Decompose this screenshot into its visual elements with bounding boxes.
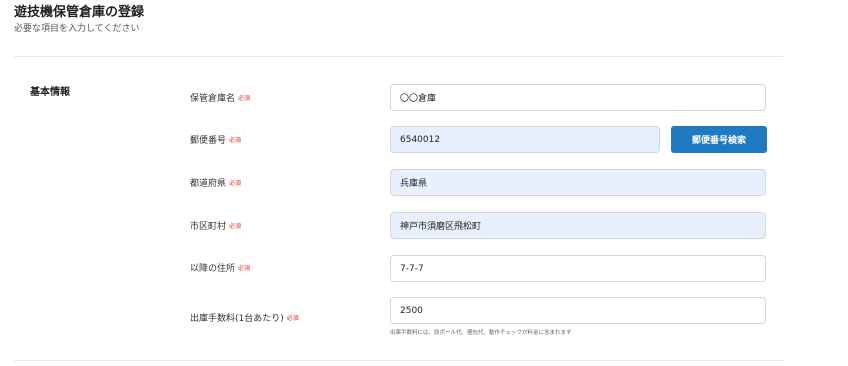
shipping-fee-input[interactable] bbox=[390, 297, 766, 324]
postal-code-label-text: 郵便番号 bbox=[190, 136, 227, 146]
shipping-fee-label-text: 出庫手数料(1台あたり) bbox=[190, 314, 284, 324]
prefecture-label: 都道府県 必須 bbox=[190, 178, 241, 190]
postal-code-search-button[interactable]: 郵便番号検索 bbox=[671, 126, 767, 153]
address-rest-label-text: 以降の住所 bbox=[190, 264, 236, 274]
page-subtitle: 必要な項目を入力してください bbox=[14, 24, 140, 34]
required-badge: 必須 bbox=[229, 223, 242, 230]
prefecture-label-text: 都道府県 bbox=[190, 179, 227, 189]
required-badge: 必須 bbox=[229, 180, 242, 187]
prefecture-input[interactable] bbox=[390, 169, 766, 196]
page-title: 遊技機保管倉庫の登録 bbox=[14, 5, 145, 20]
required-badge: 必須 bbox=[229, 137, 242, 144]
shipping-fee-help-text: 出庫手数料には、段ボール代、梱包代、動作チェックが料金に含まれます bbox=[390, 330, 572, 336]
divider-bottom bbox=[14, 360, 783, 361]
postal-code-label: 郵便番号 必須 bbox=[190, 135, 241, 147]
warehouse-name-input[interactable] bbox=[390, 84, 766, 111]
city-input[interactable] bbox=[390, 212, 766, 239]
required-badge: 必須 bbox=[286, 315, 299, 322]
warehouse-name-label-text: 保管倉庫名 bbox=[190, 94, 236, 104]
required-badge: 必須 bbox=[238, 265, 251, 272]
city-label-text: 市区町村 bbox=[190, 222, 227, 232]
required-badge: 必須 bbox=[238, 95, 251, 102]
city-label: 市区町村 必須 bbox=[190, 221, 241, 233]
section-title-basic-info: 基本情報 bbox=[30, 87, 70, 98]
warehouse-registration-page: 遊技機保管倉庫の登録 必要な項目を入力してください 基本情報 保管倉庫名必須 郵… bbox=[0, 0, 848, 366]
warehouse-name-label: 保管倉庫名 必須 bbox=[190, 93, 250, 105]
divider-top bbox=[14, 56, 783, 57]
postal-code-input[interactable] bbox=[390, 126, 660, 153]
address-rest-label: 以降の住所 必須 bbox=[190, 263, 250, 275]
shipping-fee-label: 出庫手数料(1台あたり) 必須 bbox=[190, 313, 299, 325]
address-rest-input[interactable] bbox=[390, 255, 766, 282]
